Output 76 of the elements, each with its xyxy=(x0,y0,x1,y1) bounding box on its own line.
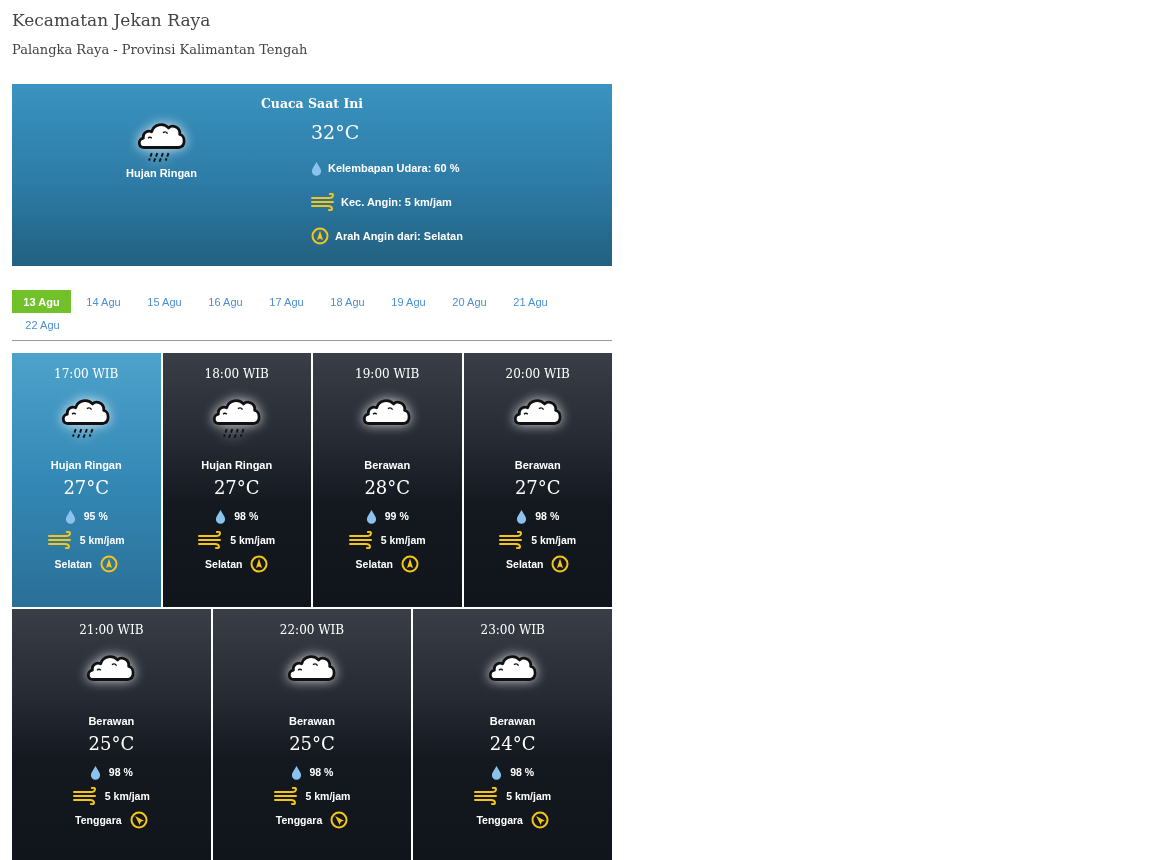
weather-condition: Berawan xyxy=(514,459,561,471)
wind-speed-text: 5 km/jam xyxy=(305,790,351,802)
weather-condition: Hujan Ringan xyxy=(50,459,122,471)
temperature: 28°C xyxy=(364,477,411,498)
date-tab[interactable]: 15 Agu xyxy=(134,290,195,313)
date-tab[interactable]: 21 Agu xyxy=(500,290,561,313)
wind-direction-text: Arah Angin dari: Selatan xyxy=(335,230,463,242)
forecast-time: 23:00 WIB xyxy=(480,623,545,637)
weather-condition: Berawan xyxy=(88,715,135,727)
wind-direction-text: Tenggara xyxy=(476,814,523,826)
wind-direction-text: Selatan xyxy=(205,558,243,570)
water-drop-icon xyxy=(516,508,528,524)
humidity-text: 95 % xyxy=(83,510,108,522)
temperature: 27°C xyxy=(514,477,561,498)
forecast-time: 21:00 WIB xyxy=(79,623,144,637)
water-drop-icon xyxy=(290,764,302,780)
wind-icon xyxy=(273,787,298,805)
humidity-text: 98 % xyxy=(510,766,535,778)
date-tab[interactable]: 19 Agu xyxy=(378,290,439,313)
date-tab[interactable]: 20 Agu xyxy=(439,290,500,313)
water-drop-icon xyxy=(89,764,101,780)
date-tab[interactable]: 17 Agu xyxy=(256,290,317,313)
wind-speed-text: 5 km/jam xyxy=(506,790,552,802)
temperature: 25°C xyxy=(289,733,335,754)
date-tab[interactable]: 14 Agu xyxy=(73,290,134,313)
wind-speed-text: 5 km/jam xyxy=(79,534,125,546)
humidity-text: 98 % xyxy=(309,766,334,778)
water-drop-icon xyxy=(215,508,227,524)
wind-speed-text: 5 km/jam xyxy=(104,790,150,802)
wind-icon xyxy=(198,531,223,549)
wind-speed-text: Kec. Angin: 5 km/jam xyxy=(341,196,452,208)
wind-direction-text: Selatan xyxy=(54,558,92,570)
weather-condition: Berawan xyxy=(489,715,536,727)
weather-condition: Berawan xyxy=(289,715,335,727)
location-subtitle: Palangka Raya - Provinsi Kalimantan Tengah xyxy=(12,41,309,59)
temperature: 24°C xyxy=(489,733,536,754)
date-tab[interactable]: 18 Agu xyxy=(317,290,378,313)
temperature: 27°C xyxy=(213,477,260,498)
humidity-text: 98 % xyxy=(535,510,560,522)
wind-speed-text: 5 km/jam xyxy=(531,534,577,546)
wind-icon xyxy=(474,787,499,805)
date-tab[interactable]: 13 Agu xyxy=(12,290,71,313)
temperature: 32°C xyxy=(311,121,360,143)
wind-speed-text: 5 km/jam xyxy=(230,534,276,546)
weather-condition: Berawan xyxy=(364,459,411,471)
water-drop-icon xyxy=(365,508,377,524)
date-tab[interactable]: 16 Agu xyxy=(195,290,256,313)
panel-heading: Cuaca Saat Ini xyxy=(260,96,364,111)
forecast-time: 22:00 WIB xyxy=(279,623,345,637)
water-drop-icon xyxy=(311,160,322,176)
wind-direction-text: Selatan xyxy=(506,558,544,570)
forecast-time: 19:00 WIB xyxy=(355,367,420,381)
wind-direction-text: Tenggara xyxy=(75,814,122,826)
wind-icon xyxy=(311,193,335,211)
forecast-time: 18:00 WIB xyxy=(204,367,269,381)
wind-direction-text: Tenggara xyxy=(275,814,323,826)
forecast-time: 17:00 WIB xyxy=(54,367,119,381)
weather-condition: Hujan Ringan xyxy=(201,459,273,471)
water-drop-icon xyxy=(491,764,503,780)
wind-speed-text: 5 km/jam xyxy=(380,534,426,546)
wind-icon xyxy=(47,531,72,549)
humidity-text: Kelembapan Udara: 60 % xyxy=(328,162,460,174)
wind-direction-text: Selatan xyxy=(355,558,393,570)
date-tab[interactable]: 22 Agu xyxy=(12,313,73,336)
water-drop-icon xyxy=(64,508,76,524)
forecast-time: 20:00 WIB xyxy=(505,367,570,381)
wind-icon xyxy=(72,787,97,805)
temperature: 27°C xyxy=(63,477,110,498)
temperature: 25°C xyxy=(88,733,135,754)
weather-condition: Hujan Ringan xyxy=(126,167,197,179)
wind-icon xyxy=(348,531,373,549)
humidity-text: 98 % xyxy=(234,510,259,522)
wind-icon xyxy=(499,531,524,549)
humidity-text: 98 % xyxy=(108,766,133,778)
location-title: Kecamatan Jekan Raya xyxy=(12,9,212,32)
humidity-text: 99 % xyxy=(384,510,409,522)
